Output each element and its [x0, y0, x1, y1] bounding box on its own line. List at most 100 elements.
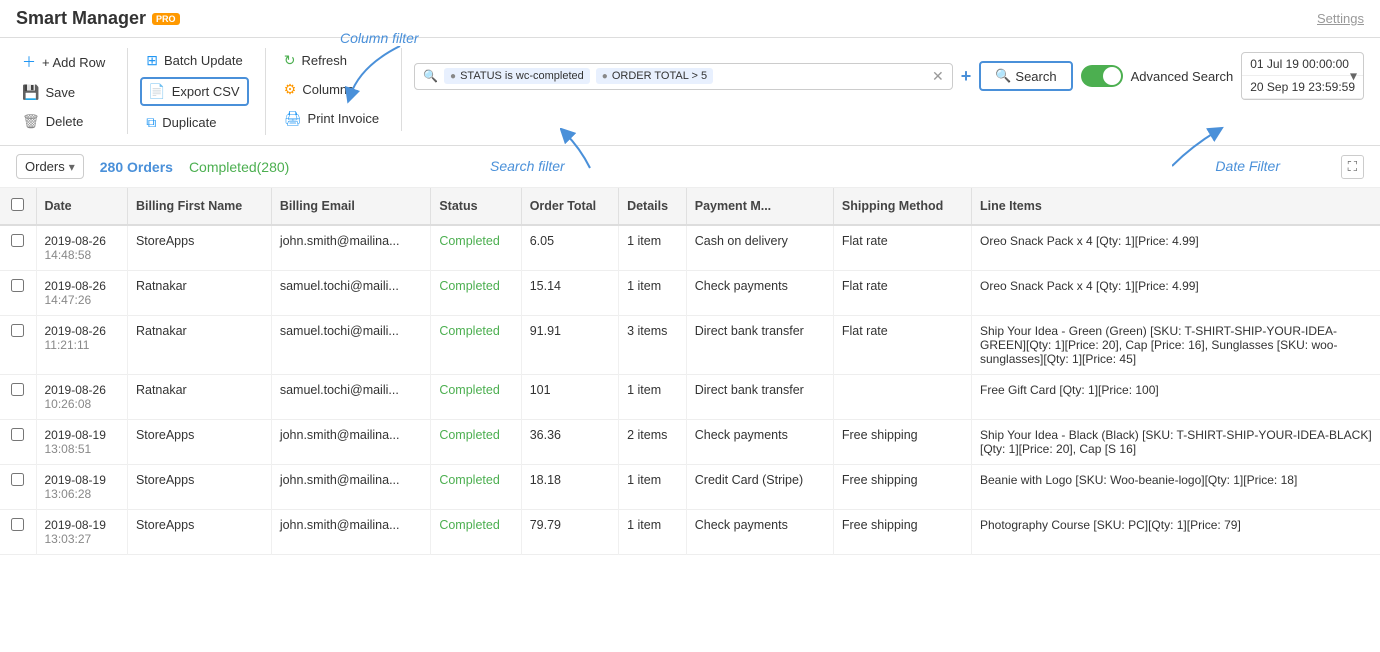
delete-icon: 🗑 [22, 113, 40, 130]
cell-payment-method: Check payments [686, 271, 833, 316]
cell-billing-first: StoreApps [127, 225, 271, 271]
cell-billing-first: Ratnakar [127, 316, 271, 375]
add-row-button[interactable]: ＋ + Add Row [16, 48, 111, 76]
cell-order-total: 101 [521, 375, 618, 420]
th-billing-first-name: Billing First Name [127, 188, 271, 225]
print-icon: 🖨 [284, 110, 302, 127]
app-name: Smart Manager [16, 8, 146, 29]
save-icon: 💾 [22, 84, 39, 101]
th-details: Details [619, 188, 687, 225]
cell-billing-first: StoreApps [127, 465, 271, 510]
row-checkbox[interactable] [11, 473, 24, 486]
row-checkbox[interactable] [11, 234, 24, 247]
cell-checkbox[interactable] [0, 271, 36, 316]
row-checkbox[interactable] [11, 518, 24, 531]
select-all-checkbox[interactable] [11, 198, 24, 211]
duplicate-icon: ⧉ [146, 114, 156, 131]
cell-checkbox[interactable] [0, 510, 36, 555]
duplicate-button[interactable]: ⧉ Duplicate [140, 110, 249, 135]
table-row: 2019-08-2610:26:08 Ratnakar samuel.tochi… [0, 375, 1380, 420]
top-bar: Smart Manager PRO Settings [0, 0, 1380, 38]
search-bar[interactable]: 🔍 ● STATUS is wc-completed ● ORDER TOTAL… [414, 63, 953, 90]
cell-status: Completed [431, 510, 521, 555]
th-billing-email: Billing Email [271, 188, 431, 225]
th-line-items: Line Items [972, 188, 1380, 225]
table-header-row: Date Billing First Name Billing Email St… [0, 188, 1380, 225]
add-filter-button[interactable]: + [961, 66, 972, 87]
print-invoice-button[interactable]: 🖨 Print Invoice [278, 106, 385, 131]
advanced-search-toggle-group: Advanced Search [1081, 65, 1234, 87]
cell-billing-email: john.smith@mailina... [271, 225, 431, 271]
th-checkbox[interactable] [0, 188, 36, 225]
cell-billing-first: StoreApps [127, 420, 271, 465]
columns-icon: ⚙ [284, 81, 297, 98]
cell-checkbox[interactable] [0, 375, 36, 420]
search-button[interactable]: 🔍 Search [979, 61, 1072, 91]
export-csv-icon: 📄 [148, 83, 165, 100]
cell-date: 2019-08-2610:26:08 [36, 375, 127, 420]
advanced-search-label: Advanced Search [1131, 69, 1234, 84]
search-bar-icon: 🔍 [423, 69, 438, 83]
cell-line-items: Beanie with Logo [SKU: Woo-beanie-logo][… [972, 465, 1380, 510]
refresh-button[interactable]: ↻ Refresh [278, 48, 385, 73]
cell-status: Completed [431, 465, 521, 510]
entity-label: Orders [25, 159, 65, 174]
cell-details: 1 item [619, 465, 687, 510]
th-date: Date [36, 188, 127, 225]
cell-details: 1 item [619, 225, 687, 271]
cell-shipping-method: Flat rate [833, 271, 971, 316]
date-to: 20 Sep 19 23:59:59 [1242, 76, 1363, 99]
cell-payment-method: Check payments [686, 510, 833, 555]
row-checkbox[interactable] [11, 383, 24, 396]
row-checkbox[interactable] [11, 428, 24, 441]
cell-checkbox[interactable] [0, 225, 36, 271]
date-filter[interactable]: 01 Jul 19 00:00:00 20 Sep 19 23:59:59 ▾ [1241, 52, 1364, 100]
entity-selector[interactable]: Orders ▾ [16, 154, 84, 179]
cell-payment-method: Direct bank transfer [686, 375, 833, 420]
pro-badge: PRO [152, 13, 180, 25]
cell-shipping-method: Flat rate [833, 316, 971, 375]
advanced-search-toggle[interactable] [1081, 65, 1123, 87]
search-clear-button[interactable]: ✕ [932, 68, 944, 85]
cell-order-total: 79.79 [521, 510, 618, 555]
cell-checkbox[interactable] [0, 465, 36, 510]
cell-date: 2019-08-2614:48:58 [36, 225, 127, 271]
delete-button[interactable]: 🗑 Delete [16, 109, 111, 134]
cell-billing-email: samuel.tochi@maili... [271, 316, 431, 375]
date-from: 01 Jul 19 00:00:00 [1242, 53, 1363, 76]
batch-update-button[interactable]: ⊞ Batch Update [140, 48, 249, 73]
filter-tag-status[interactable]: ● STATUS is wc-completed [444, 68, 590, 84]
batch-update-icon: ⊞ [146, 52, 158, 69]
cell-details: 1 item [619, 510, 687, 555]
cell-date: 2019-08-1913:08:51 [36, 420, 127, 465]
cell-billing-email: john.smith@mailina... [271, 420, 431, 465]
expand-button[interactable]: ⛶ [1341, 155, 1364, 179]
columns-button[interactable]: ⚙ Columns [278, 77, 385, 102]
settings-link[interactable]: Settings [1317, 11, 1364, 26]
add-icon: ＋ [22, 52, 36, 72]
row-checkbox[interactable] [11, 279, 24, 292]
table-row: 2019-08-2614:47:26 Ratnakar samuel.tochi… [0, 271, 1380, 316]
date-filter-chevron[interactable]: ▾ [1350, 68, 1357, 85]
cell-date: 2019-08-2614:47:26 [36, 271, 127, 316]
cell-payment-method: Check payments [686, 420, 833, 465]
cell-billing-email: john.smith@mailina... [271, 465, 431, 510]
search-area: 🔍 ● STATUS is wc-completed ● ORDER TOTAL… [414, 48, 1364, 100]
save-button[interactable]: 💾 Save [16, 80, 111, 105]
cell-details: 2 items [619, 420, 687, 465]
cell-checkbox[interactable] [0, 420, 36, 465]
cell-payment-method: Credit Card (Stripe) [686, 465, 833, 510]
filter-tag-order-total[interactable]: ● ORDER TOTAL > 5 [596, 68, 713, 84]
filter-circle-icon2: ● [602, 71, 608, 82]
filter-circle-icon: ● [450, 71, 456, 82]
cell-billing-email: samuel.tochi@maili... [271, 271, 431, 316]
row-checkbox[interactable] [11, 324, 24, 337]
order-count: 280 Orders [100, 159, 173, 175]
cell-checkbox[interactable] [0, 316, 36, 375]
export-csv-button[interactable]: 📄 Export CSV [140, 77, 249, 106]
cell-shipping-method: Free shipping [833, 465, 971, 510]
cell-date: 2019-08-1913:06:28 [36, 465, 127, 510]
cell-details: 1 item [619, 375, 687, 420]
cell-date: 2019-08-2611:21:11 [36, 316, 127, 375]
th-order-total: Order Total [521, 188, 618, 225]
